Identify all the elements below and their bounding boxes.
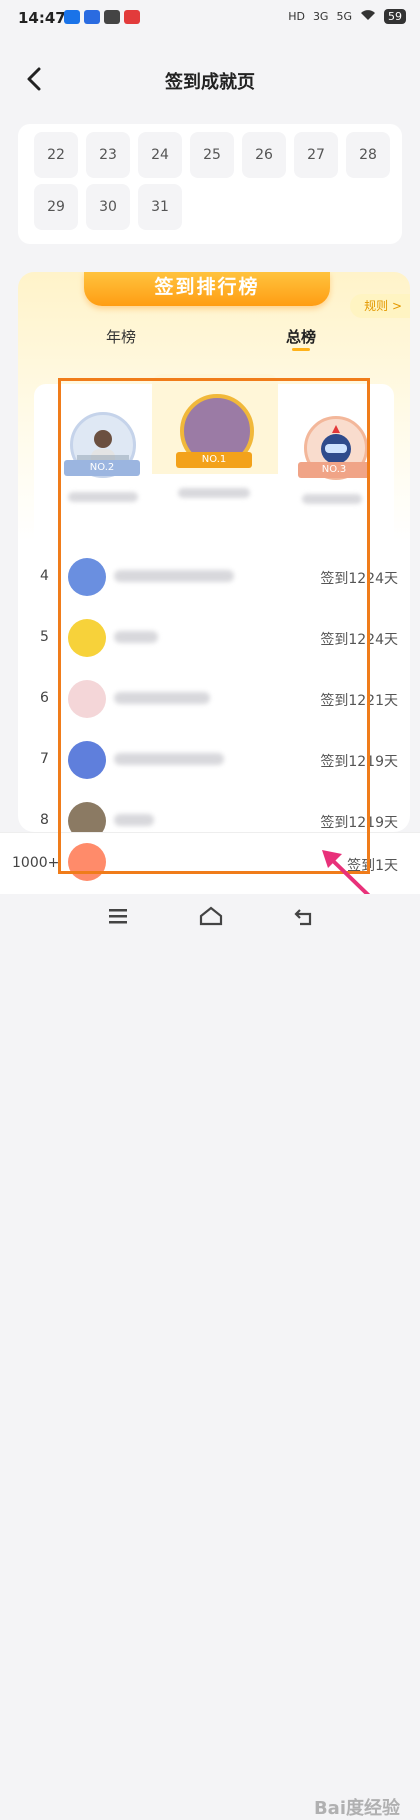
calendar-row: 22 23 24 25 26 27 28	[34, 132, 390, 178]
calendar-day[interactable]: 27	[294, 132, 338, 178]
calendar-day[interactable]: 26	[242, 132, 286, 178]
status-right: HD 3G 5G 59	[288, 9, 406, 24]
checkin-calendar: 22 23 24 25 26 27 28 29 30 31	[18, 124, 402, 244]
rank-number: 6	[40, 690, 49, 706]
ranking-banner: 签到排行榜	[84, 272, 330, 306]
status-time: 14:47	[18, 9, 66, 27]
app-notify-icon	[64, 10, 80, 24]
calendar-day[interactable]: 24	[138, 132, 182, 178]
calendar-day[interactable]: 23	[86, 132, 130, 178]
home-button[interactable]	[198, 904, 224, 928]
my-rank-number: 1000+	[12, 855, 60, 871]
calendar-row: 29 30 31	[34, 184, 182, 230]
back-nav-button[interactable]	[292, 904, 318, 928]
home-icon	[199, 906, 223, 926]
notification-icons	[64, 10, 140, 24]
calendar-day[interactable]: 25	[190, 132, 234, 178]
app-notify-icon	[124, 10, 140, 24]
system-nav-bar: Bai度经验	[0, 894, 420, 1819]
rank-number: 8	[40, 812, 49, 828]
rules-link[interactable]: 规则 >	[350, 294, 410, 318]
rank-number: 5	[40, 629, 49, 645]
page-title: 签到成就页	[165, 72, 255, 93]
highlight-box	[58, 378, 370, 874]
wifi-icon	[360, 9, 376, 24]
watermark: Bai度经验	[313, 1798, 400, 1819]
status-bar: 14:47 HD 3G 5G 59	[0, 0, 420, 36]
battery-indicator: 59	[384, 9, 406, 24]
signal-5g-icon: 5G	[336, 10, 352, 23]
app-notify-icon	[84, 10, 100, 24]
calendar-day[interactable]: 28	[346, 132, 390, 178]
active-tab-indicator	[292, 348, 310, 351]
header: 签到成就页	[0, 36, 420, 124]
hd-icon: HD	[288, 10, 305, 23]
menu-button[interactable]	[106, 904, 132, 928]
calendar-day[interactable]: 22	[34, 132, 78, 178]
app-notify-icon	[104, 10, 120, 24]
signal-3g-icon: 3G	[312, 10, 329, 23]
rank-number: 4	[40, 568, 49, 584]
return-icon	[294, 909, 312, 926]
menu-icon	[109, 909, 127, 924]
tab-total[interactable]: 总榜	[286, 326, 316, 347]
calendar-day[interactable]: 31	[138, 184, 182, 230]
rank-number: 7	[40, 751, 49, 767]
calendar-day[interactable]: 30	[86, 184, 130, 230]
tab-year[interactable]: 年榜	[106, 326, 136, 347]
calendar-day[interactable]: 29	[34, 184, 78, 230]
